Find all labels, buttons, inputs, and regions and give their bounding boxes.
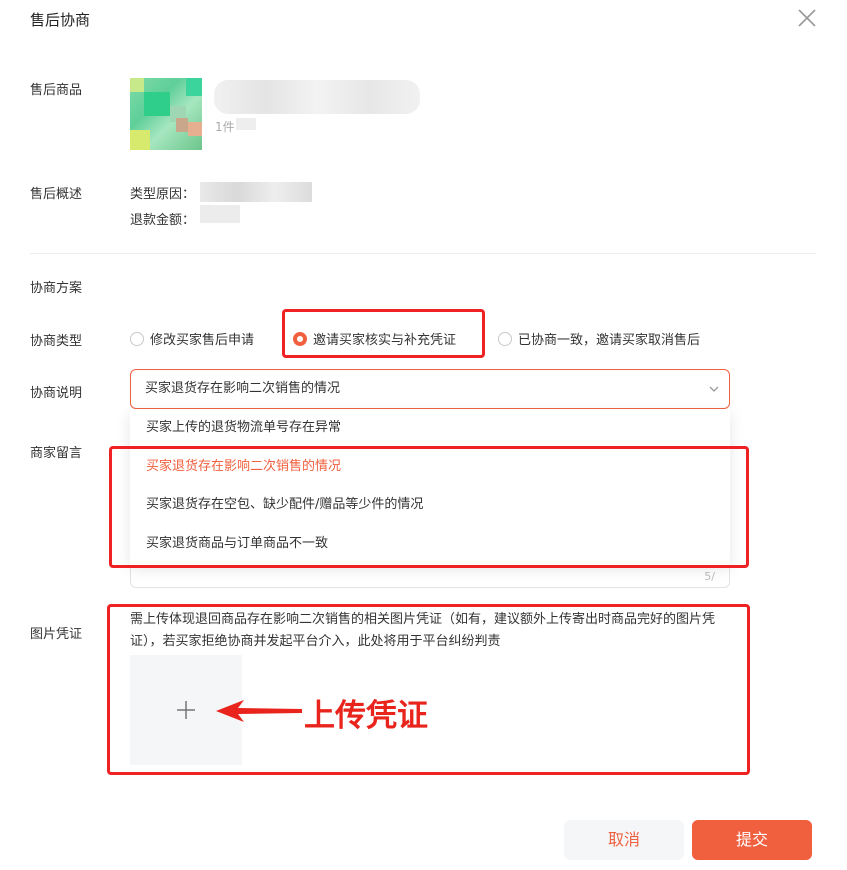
type-reason-blurred (200, 182, 312, 202)
submit-button[interactable]: 提交 (692, 820, 812, 860)
radio-invite-cancel[interactable]: 已协商一致，邀请买家取消售后 (498, 329, 700, 348)
desc-select-value: 买家退货存在影响二次销售的情况 (145, 381, 341, 396)
message-label: 商家留言 (30, 446, 83, 461)
product-quantity: 1件 (215, 120, 235, 134)
type-reason-label: 类型原因： (130, 187, 196, 202)
message-counter: 5/ (704, 570, 715, 583)
radio-modify-request[interactable]: 修改买家售后申请 (130, 329, 254, 348)
chevron-down-icon (709, 386, 719, 392)
radio-label: 已协商一致，邀请买家取消售后 (518, 333, 701, 348)
annotation-box-options (109, 446, 749, 568)
summary-label: 售后概述 (30, 187, 83, 202)
cancel-button[interactable]: 取消 (564, 820, 684, 860)
radio-off-icon (498, 331, 512, 346)
plan-section-label: 协商方案 (30, 281, 83, 296)
section-divider (30, 253, 816, 254)
desc-select[interactable]: 买家退货存在影响二次销售的情况 (130, 369, 730, 409)
dialog-title: 售后协商 (30, 11, 91, 29)
radio-label: 修改买家售后申请 (150, 333, 255, 348)
product-thumbnail (130, 78, 202, 150)
evidence-label: 图片凭证 (30, 627, 83, 642)
quantity-blurred (236, 118, 256, 130)
annotation-box-evidence (107, 604, 750, 775)
product-name-blurred (214, 80, 420, 114)
refund-amount-blurred (200, 205, 240, 223)
radio-off-icon (130, 331, 144, 346)
dropdown-option[interactable]: 买家上传的退货物流单号存在异常 (130, 409, 730, 448)
refund-amount-label: 退款金额： (130, 213, 196, 228)
plan-desc-label: 协商说明 (30, 386, 83, 401)
annotation-box-type (282, 309, 485, 358)
plan-type-label: 协商类型 (30, 334, 83, 349)
close-icon[interactable] (795, 6, 819, 30)
product-label: 售后商品 (30, 83, 83, 98)
